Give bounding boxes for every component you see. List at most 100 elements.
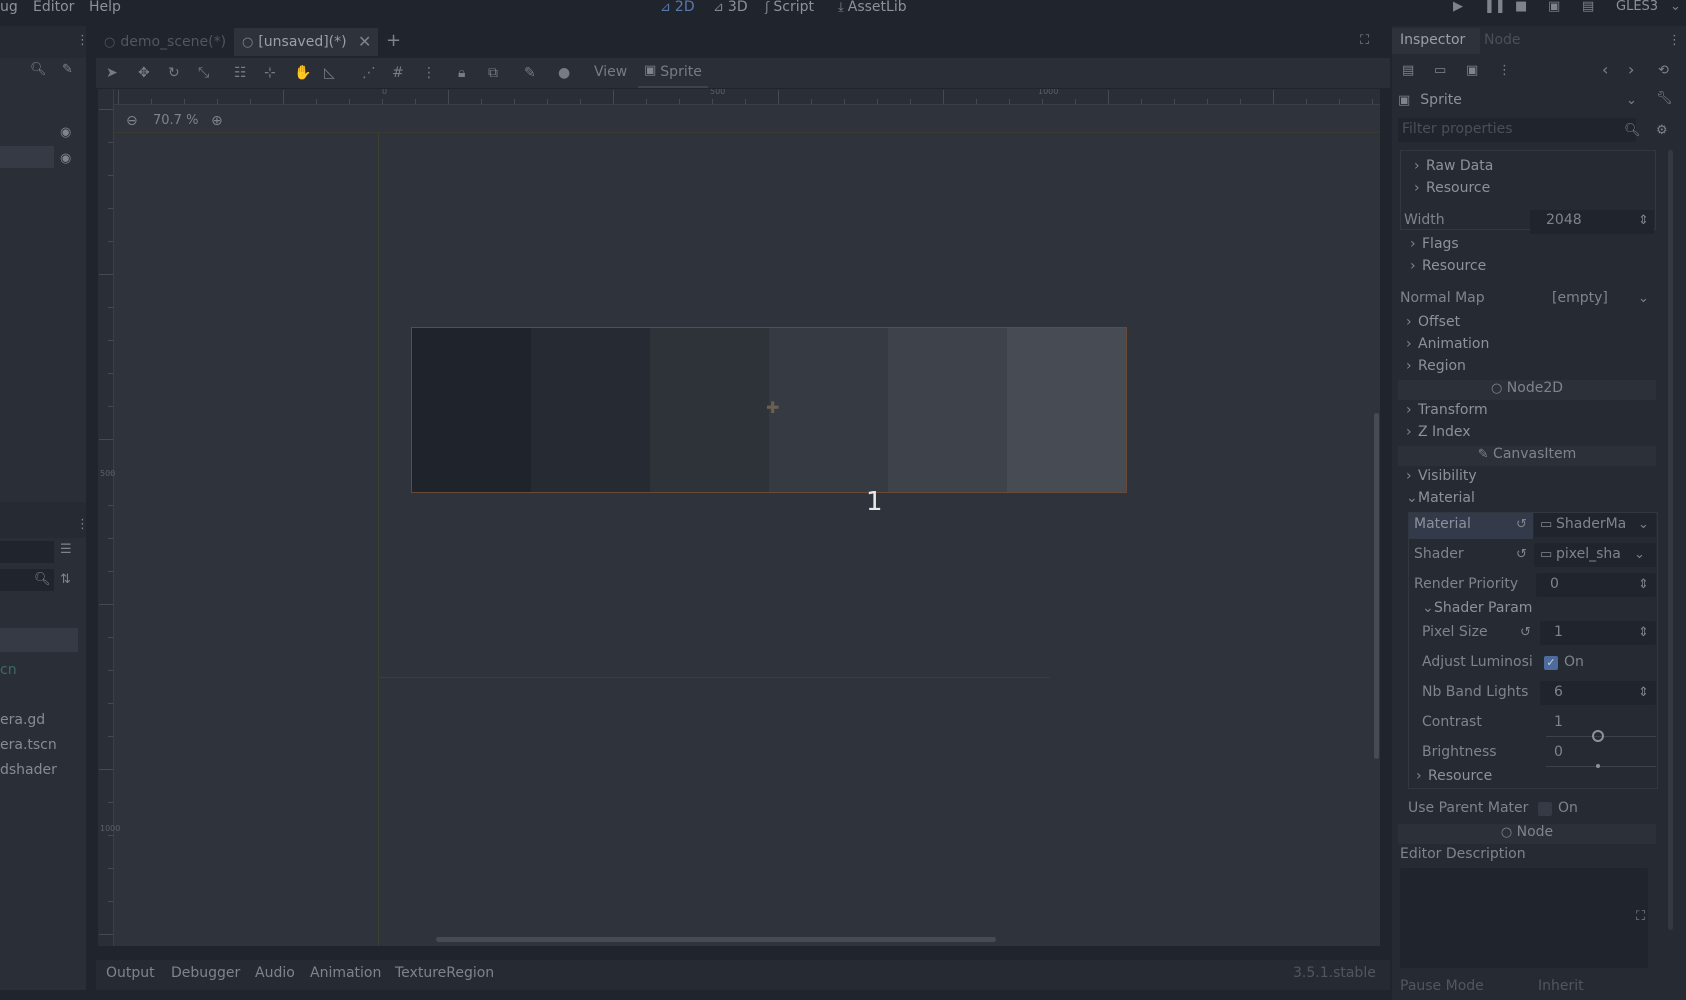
revert-icon[interactable]: ↺: [1516, 518, 1527, 531]
visibility-eye-icon-2[interactable]: ◉: [60, 150, 71, 166]
mode-assetlib-button[interactable]: ⤓ AssetLib: [838, 0, 907, 15]
tool-icon[interactable]: 🔧︎: [1656, 92, 1673, 105]
select-tool-icon[interactable]: ➤: [106, 65, 118, 81]
checkbox-unchecked-icon[interactable]: [1538, 802, 1552, 816]
prop-material-group[interactable]: ⌄ Material: [1392, 490, 1686, 510]
bottom-tab-textureregion[interactable]: TextureRegion: [395, 965, 494, 981]
filesystem-selected-row[interactable]: [0, 628, 78, 652]
file-item[interactable]: era.gd: [0, 712, 45, 728]
add-tab-icon[interactable]: +: [386, 32, 401, 50]
vertical-scrollbar[interactable]: [1374, 413, 1379, 759]
path-field[interactable]: [0, 541, 54, 563]
group-icon[interactable]: ⧉: [488, 65, 498, 81]
filter-options-icon[interactable]: ⚙: [1656, 124, 1668, 137]
mode-3d-button[interactable]: ⊿ 3D: [713, 0, 748, 15]
menu-help[interactable]: Help: [89, 0, 121, 15]
snap-options-icon[interactable]: ⋮: [422, 65, 436, 81]
contrast-slider-handle[interactable]: [1592, 730, 1604, 742]
attach-script-icon[interactable]: ✎: [62, 63, 73, 76]
revert-icon[interactable]: ↺: [1516, 548, 1527, 561]
revert-icon[interactable]: ↺: [1520, 626, 1531, 639]
new-resource-icon[interactable]: ▤: [1402, 64, 1414, 77]
file-item[interactable]: era.tscn: [0, 737, 57, 753]
distraction-free-icon[interactable]: ⛶: [1360, 34, 1369, 47]
scale-tool-icon[interactable]: ⤡: [198, 65, 209, 81]
list-select-icon[interactable]: ☷: [234, 65, 247, 81]
bone-icon[interactable]: ✎: [524, 65, 536, 81]
stop-icon[interactable]: ■: [1515, 0, 1527, 13]
smart-snap-icon[interactable]: ⋰: [362, 65, 376, 81]
spinner-icon[interactable]: ⇕: [1638, 214, 1649, 227]
move-tool-icon[interactable]: ✥: [138, 65, 150, 81]
search-icon[interactable]: 🔍︎: [30, 63, 47, 76]
prop-contrast[interactable]: Contrast 1: [1392, 714, 1686, 742]
history-forward-icon[interactable]: ›: [1628, 62, 1634, 78]
object-history-icon[interactable]: ⟲: [1658, 64, 1669, 77]
pivot-icon[interactable]: ⊹: [264, 65, 276, 81]
prop-resource[interactable]: › Resource: [1392, 180, 1686, 200]
prop-flags[interactable]: › Flags: [1392, 236, 1686, 256]
prop-offset[interactable]: › Offset: [1392, 314, 1686, 334]
spinner-icon[interactable]: ⇕: [1638, 686, 1649, 699]
menu-editor[interactable]: Editor: [33, 0, 74, 15]
editor-description-textarea[interactable]: [1400, 868, 1648, 968]
open-folder-icon[interactable]: ▭: [1434, 64, 1446, 77]
prop-shader-param-group[interactable]: ⌄ Shader Param: [1392, 600, 1686, 620]
layout-toggle-icon[interactable]: ☰: [60, 543, 72, 556]
play-custom-icon[interactable]: ▤: [1582, 0, 1594, 13]
prop-nb-band-lights[interactable]: Nb Band Lights 6 ⇕: [1392, 681, 1686, 705]
zoom-out-icon[interactable]: ⊖: [126, 114, 138, 128]
bottom-tab-debugger[interactable]: Debugger: [171, 965, 240, 981]
spinner-icon[interactable]: ⇕: [1638, 626, 1649, 639]
prop-width[interactable]: Width 2048 ⇕: [1392, 210, 1686, 234]
prop-z-index[interactable]: › Z Index: [1392, 424, 1686, 444]
bottom-tab-animation[interactable]: Animation: [310, 965, 381, 981]
more-icon[interactable]: ⋮: [1498, 64, 1511, 77]
prop-resource[interactable]: › Resource: [1392, 768, 1686, 788]
mode-2d-button[interactable]: ⊿ 2D: [660, 0, 695, 15]
pause-icon[interactable]: ❚❚: [1484, 0, 1506, 13]
expand-icon[interactable]: ⛶: [1636, 910, 1645, 923]
tab-node[interactable]: Node: [1484, 32, 1521, 48]
sprite-menu-button[interactable]: ▣ Sprite: [638, 58, 708, 88]
dock-menu-icon[interactable]: ⋮: [1668, 34, 1681, 47]
prop-region[interactable]: › Region: [1392, 358, 1686, 378]
visibility-eye-icon[interactable]: ◉: [60, 124, 71, 140]
prop-normal-map[interactable]: Normal Map [empty] ⌄: [1392, 290, 1686, 310]
inspector-scrollbar[interactable]: [1668, 150, 1673, 930]
prop-render-priority[interactable]: Render Priority 0 ⇕: [1392, 573, 1686, 597]
menu-debug[interactable]: ug: [0, 0, 18, 15]
prop-pixel-size[interactable]: Pixel Size ↺ 1 ⇕: [1392, 621, 1686, 645]
prop-adjust-luminosity[interactable]: Adjust Luminosi ✓ On: [1392, 654, 1686, 674]
scene-tree-selected-row[interactable]: [0, 146, 54, 168]
prop-editor-description[interactable]: Editor Description: [1392, 846, 1686, 866]
rotate-tool-icon[interactable]: ↻: [168, 65, 180, 81]
bottom-tab-audio[interactable]: Audio: [255, 965, 295, 981]
mode-script-button[interactable]: ʃ Script: [765, 0, 814, 15]
prop-animation[interactable]: › Animation: [1392, 336, 1686, 356]
renderer-select[interactable]: GLES3: [1616, 0, 1658, 14]
sort-icon[interactable]: ⇅: [60, 573, 71, 586]
zoom-in-icon[interactable]: ⊕: [211, 114, 223, 128]
brightness-slider-track[interactable]: [1546, 766, 1656, 767]
prop-material[interactable]: Material ↺ ▭ ShaderMa ⌄: [1392, 513, 1686, 537]
tab-unsaved[interactable]: ○ [unsaved](*): [234, 28, 378, 56]
prop-shader[interactable]: Shader ↺ ▭ pixel_sha ⌄: [1392, 543, 1686, 567]
tab-demo-scene[interactable]: ○ demo_scene(*): [96, 28, 234, 56]
prop-use-parent-material[interactable]: Use Parent Mater On: [1392, 800, 1686, 820]
checkbox-checked-icon[interactable]: ✓: [1544, 656, 1558, 670]
zoom-level[interactable]: 70.7 %: [153, 113, 198, 128]
ruler-tool-icon[interactable]: ◺: [324, 65, 335, 81]
play-scene-icon[interactable]: ▣: [1548, 0, 1560, 13]
file-item[interactable]: cn: [0, 662, 17, 678]
bottom-tab-output[interactable]: Output: [106, 965, 155, 981]
prop-transform[interactable]: › Transform: [1392, 402, 1686, 422]
prop-brightness[interactable]: Brightness 0: [1392, 744, 1686, 768]
lock-icon[interactable]: 🔒︎: [458, 65, 465, 81]
view-menu-button[interactable]: View: [594, 64, 627, 80]
filter-properties-input[interactable]: Filter properties: [1398, 118, 1636, 142]
prop-visibility[interactable]: › Visibility: [1392, 468, 1686, 488]
object-selector[interactable]: ▣ Sprite: [1398, 88, 1642, 112]
grid-snap-icon[interactable]: #: [392, 65, 404, 81]
spinner-icon[interactable]: ⇕: [1638, 578, 1649, 591]
